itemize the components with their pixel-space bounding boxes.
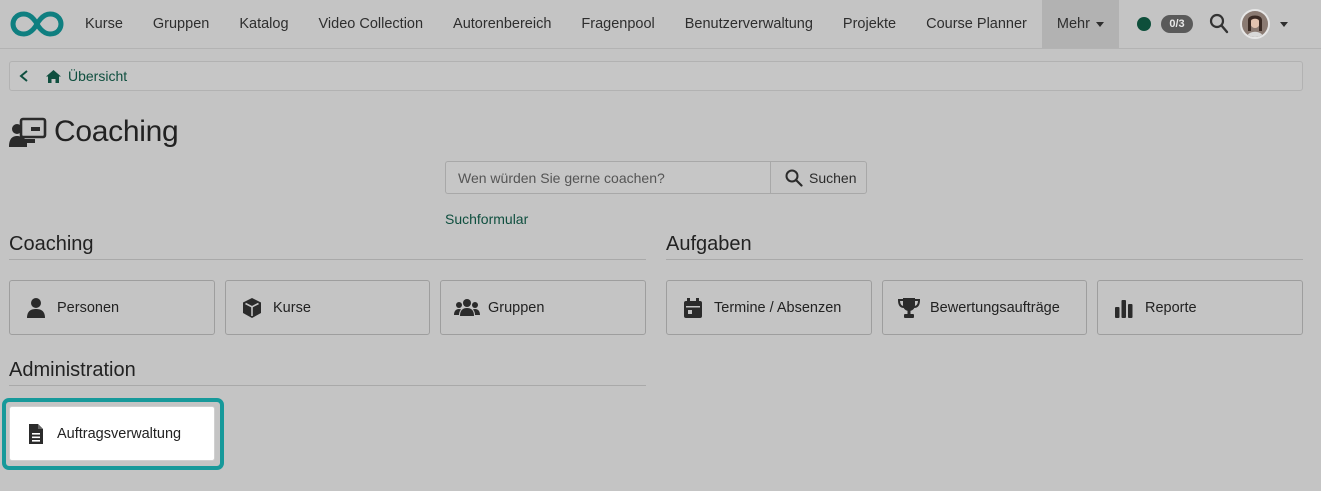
nav-item-fragenpool[interactable]: Fragenpool (566, 0, 669, 48)
tile-bewertungsauftraege[interactable]: Bewertungsaufträge (882, 280, 1087, 335)
tile-termine-absenzen[interactable]: Termine / Absenzen (666, 280, 872, 335)
nav-item-projekte[interactable]: Projekte (828, 0, 911, 48)
coaching-icon (9, 117, 47, 147)
search-button[interactable]: Suchen (770, 161, 867, 194)
section-divider (9, 385, 646, 386)
avatar[interactable] (1240, 9, 1270, 39)
section-divider (666, 259, 1303, 260)
nav-item-autorenbereich[interactable]: Autorenbereich (438, 0, 566, 48)
tile-label: Reporte (1145, 300, 1197, 316)
tile-label: Auftragsverwaltung (57, 426, 182, 442)
home-icon[interactable] (45, 69, 62, 84)
calendar-icon (684, 298, 702, 318)
tile-label: Gruppen (488, 300, 545, 316)
search-button-label: Suchen (809, 170, 857, 186)
page-title: Coaching (54, 115, 179, 148)
tile-personen[interactable]: Personen (9, 280, 215, 335)
search-form-link[interactable]: Suchformular (445, 211, 528, 227)
search-icon[interactable] (1209, 13, 1229, 35)
users-icon (454, 299, 480, 316)
nav-item-gruppen[interactable]: Gruppen (138, 0, 224, 48)
tile-label: Termine / Absenzen (714, 300, 842, 316)
user-menu-chevron-icon[interactable] (1280, 22, 1288, 27)
nav-item-video-collection[interactable]: Video Collection (304, 0, 439, 48)
nav-item-course-planner[interactable]: Course Planner (911, 0, 1042, 48)
section-title-administration: Administration (9, 359, 136, 381)
breadcrumb: Übersicht (9, 61, 1303, 91)
notification-badge[interactable]: 0/3 (1161, 15, 1193, 33)
bar-chart-icon (1115, 300, 1133, 318)
nav-item-mehr[interactable]: Mehr (1041, 0, 1119, 48)
openolat-logo-icon[interactable] (10, 9, 64, 39)
tile-label: Kurse (273, 300, 311, 316)
search-button-icon (785, 169, 803, 187)
tile-label: Bewertungsaufträge (930, 300, 1060, 316)
avatar-portrait-icon (1242, 11, 1268, 37)
chevron-down-icon (1095, 21, 1104, 27)
nav-more-label: Mehr (1056, 16, 1090, 32)
breadcrumb-overview-link[interactable]: Übersicht (68, 68, 127, 84)
chevron-left-icon[interactable] (18, 69, 30, 83)
nav-item-benutzerverwaltung[interactable]: Benutzerverwaltung (670, 0, 828, 48)
nav-item-katalog[interactable]: Katalog (224, 0, 303, 48)
section-divider (9, 259, 646, 260)
user-icon (27, 298, 45, 318)
document-icon (29, 424, 43, 444)
section-title-aufgaben: Aufgaben (666, 233, 752, 255)
online-status-icon[interactable] (1137, 17, 1151, 31)
tile-label: Personen (57, 300, 120, 316)
nav-item-kurse[interactable]: Kurse (70, 0, 138, 48)
tile-gruppen[interactable]: Gruppen (440, 280, 646, 335)
tile-kurse[interactable]: Kurse (225, 280, 430, 335)
cube-icon (243, 298, 261, 318)
section-title-coaching: Coaching (9, 233, 94, 255)
tile-reporte[interactable]: Reporte (1097, 280, 1303, 335)
coach-search-input[interactable] (445, 161, 771, 194)
trophy-icon (898, 298, 920, 318)
tile-auftragsverwaltung[interactable]: Auftragsverwaltung (9, 406, 215, 461)
top-navbar: Kurse Gruppen Katalog Video Collection A… (0, 0, 1321, 49)
